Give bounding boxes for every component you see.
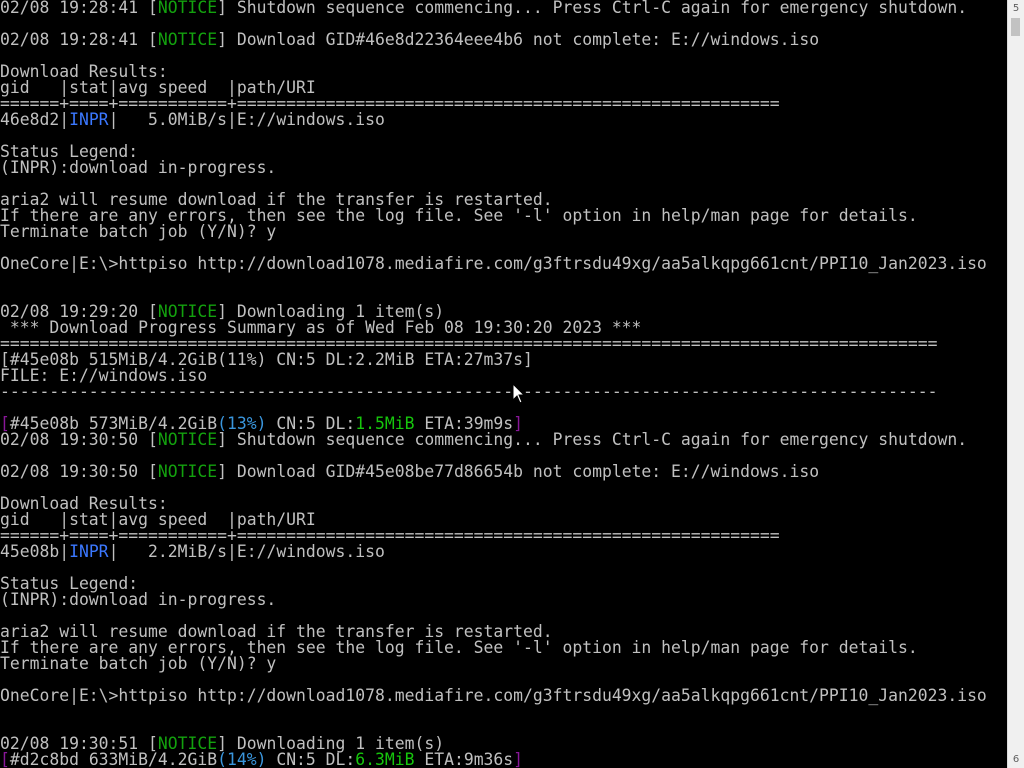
inpr-text: INPR <box>69 110 109 129</box>
notice-text: NOTICE <box>157 0 218 17</box>
console-text: #d2c8bd 633MiB/4.2GiB <box>9 750 218 768</box>
console-text: | 5.0MiB/s|E://windows.iso <box>108 110 385 129</box>
scroll-down-button[interactable]: 6 <box>1008 751 1024 768</box>
notice-text: NOTICE <box>157 430 218 449</box>
console-text: CN:5 DL: <box>266 750 356 768</box>
console-line: 02/08 19:30:50 [NOTICE] Download GID#45e… <box>0 462 1007 481</box>
scroll-up-icon: 5 <box>1012 2 1020 14</box>
progress-bracket-text: [ <box>0 750 10 768</box>
console-text: OneCore|E:\>httpiso http://download1078.… <box>0 686 987 705</box>
dl-speed-text: 6.3MiB <box>355 750 415 768</box>
inpr-text: INPR <box>69 542 109 561</box>
scroll-up-button[interactable]: 5 <box>1008 0 1024 17</box>
console-line: [#d2c8bd 633MiB/4.2GiB(14%) CN:5 DL:6.3M… <box>0 750 1007 768</box>
console-line: 46e8d2|INPR| 5.0MiB/s|E://windows.iso <box>0 110 1007 129</box>
console-line: 02/08 19:28:41 [NOTICE] Shutdown sequenc… <box>0 0 1007 16</box>
console-text: Terminate batch job (Y/N)? y <box>0 654 277 673</box>
console-text: 02/08 19:30:50 [ <box>0 462 158 481</box>
console-text: 46e8d2| <box>0 110 70 129</box>
console-text: OneCore|E:\>httpiso http://download1078.… <box>0 254 987 273</box>
mouse-pointer-icon <box>512 383 526 404</box>
console-line: OneCore|E:\>httpiso http://download1078.… <box>0 686 1007 705</box>
console-text: ----------------------------------------… <box>0 382 938 401</box>
progress-bracket-text: ] <box>513 750 524 768</box>
console-text: ] Download GID#45e08be77d86654b not comp… <box>217 462 820 481</box>
console-text: 02/08 19:28:41 [ <box>0 30 158 49</box>
console-window[interactable]: 02/08 19:28:41 [NOTICE] Shutdown sequenc… <box>0 0 1007 768</box>
console-line: (INPR):download in-progress. <box>0 158 1007 177</box>
console-text: (INPR):download in-progress. <box>0 158 277 177</box>
console-line: ----------------------------------------… <box>0 382 1007 401</box>
progress-pct-text: (14%) <box>217 750 267 768</box>
console-text: 45e08b| <box>0 542 70 561</box>
console-text: ] Shutdown sequence commencing... Press … <box>217 0 968 17</box>
scroll-down-icon: 6 <box>1012 753 1020 765</box>
console-text: 02/08 19:28:41 [ <box>0 0 158 17</box>
console-output: 02/08 19:28:41 [NOTICE] Shutdown sequenc… <box>0 0 1007 768</box>
console-text: ETA:9m36s <box>414 750 514 768</box>
console-text: | 2.2MiB/s|E://windows.iso <box>108 542 385 561</box>
vertical-scrollbar[interactable]: 5 6 <box>1007 0 1024 768</box>
console-line: 02/08 19:30:50 [NOTICE] Shutdown sequenc… <box>0 430 1007 449</box>
console-line: (INPR):download in-progress. <box>0 590 1007 609</box>
console-line: OneCore|E:\>httpiso http://download1078.… <box>0 254 1007 273</box>
notice-text: NOTICE <box>157 462 218 481</box>
console-line: 45e08b|INPR| 2.2MiB/s|E://windows.iso <box>0 542 1007 561</box>
console-text: ] Shutdown sequence commencing... Press … <box>217 430 968 449</box>
notice-text: NOTICE <box>157 30 218 49</box>
scrollbar-thumb[interactable] <box>1011 18 1020 36</box>
console-line: Terminate batch job (Y/N)? y <box>0 222 1007 241</box>
console-text: 02/08 19:30:50 [ <box>0 430 158 449</box>
console-text: ] Download GID#46e8d22364eee4b6 not comp… <box>217 30 820 49</box>
console-text: (INPR):download in-progress. <box>0 590 277 609</box>
console-text: Terminate batch job (Y/N)? y <box>0 222 277 241</box>
console-line: Terminate batch job (Y/N)? y <box>0 654 1007 673</box>
console-line: 02/08 19:28:41 [NOTICE] Download GID#46e… <box>0 30 1007 49</box>
